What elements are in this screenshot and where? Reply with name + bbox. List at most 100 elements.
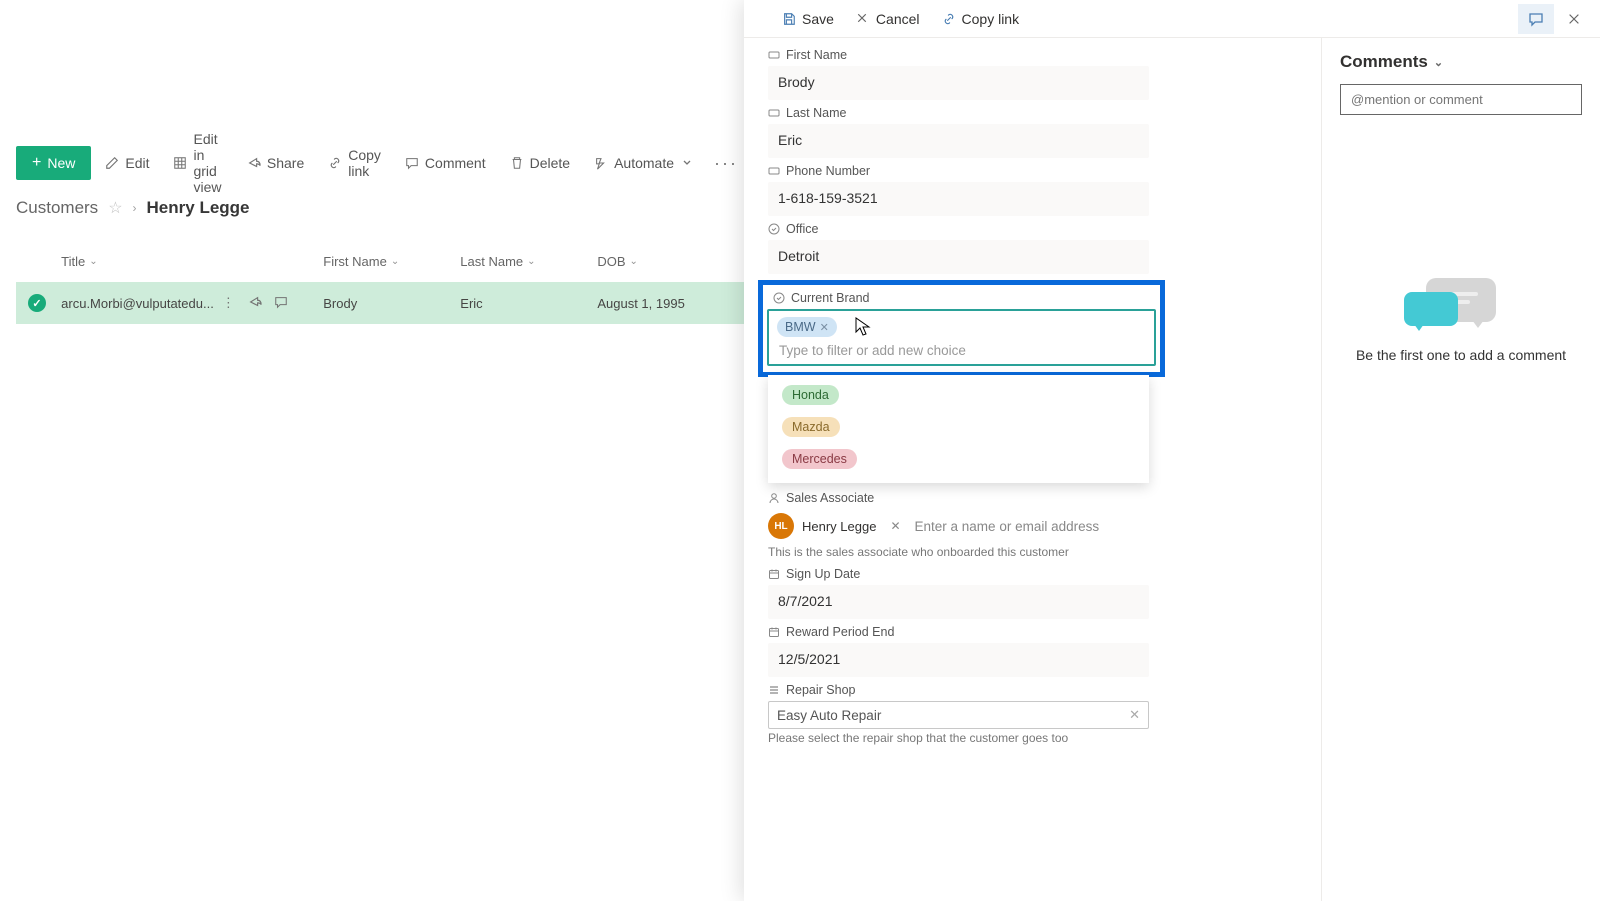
edit-grid-button[interactable]: Edit in grid view — [163, 125, 232, 201]
brand-option[interactable]: Honda — [768, 379, 1149, 411]
comments-toggle-button[interactable] — [1518, 4, 1554, 34]
new-button[interactable]: + New — [16, 146, 91, 180]
grid-icon — [173, 156, 187, 170]
current-brand-highlight: Current Brand BMW ✕ — [758, 280, 1165, 377]
link-icon — [942, 12, 956, 26]
comment-icon — [405, 156, 419, 170]
more-actions-button[interactable]: ··· — [708, 153, 744, 174]
edit-button[interactable]: Edit — [95, 149, 159, 177]
repair-shop-helper: Please select the repair shop that the c… — [768, 731, 1149, 745]
close-panel-button[interactable] — [1556, 4, 1592, 34]
text-field-icon — [768, 165, 780, 177]
reward-input[interactable]: 12/5/2021 — [768, 643, 1149, 677]
field-associate: Sales Associate HL Henry Legge ✕ Enter a… — [768, 491, 1149, 559]
edit-grid-label: Edit in grid view — [193, 131, 222, 195]
associate-name: Henry Legge — [802, 519, 876, 534]
last-name-input[interactable]: Eric — [768, 124, 1149, 158]
remove-pill-icon[interactable]: ✕ — [820, 321, 829, 334]
plus-icon: + — [32, 154, 41, 172]
repair-shop-value: Easy Auto Repair — [777, 708, 1129, 723]
chevron-down-icon: ⌄ — [89, 256, 97, 267]
automate-button[interactable]: Automate — [584, 149, 704, 177]
remove-person-icon[interactable]: ✕ — [884, 519, 906, 533]
main-list-area: + New Edit Edit in grid view Share Copy … — [0, 0, 744, 901]
breadcrumb-root[interactable]: Customers — [16, 198, 98, 218]
share-icon — [247, 156, 261, 170]
row-share-icon[interactable] — [248, 295, 264, 311]
pencil-icon — [105, 156, 119, 170]
cell-lastname: Eric — [460, 296, 585, 311]
edit-panel: Save Cancel Copy link First Name Brody L… — [744, 0, 1600, 901]
col-header-firstname[interactable]: First Name⌄ — [323, 254, 448, 269]
check-circle-icon[interactable]: ✓ — [28, 294, 46, 312]
col-header-title[interactable]: Title⌄ — [61, 254, 311, 269]
calendar-icon — [768, 568, 780, 580]
star-icon[interactable]: ☆ — [108, 198, 122, 218]
person-icon — [768, 492, 780, 504]
repair-shop-input[interactable]: Easy Auto Repair ✕ — [768, 701, 1149, 729]
field-office: Office Detroit — [768, 222, 1149, 274]
save-label: Save — [802, 11, 834, 27]
office-input[interactable]: Detroit — [768, 240, 1149, 274]
row-more-icon[interactable]: ⋮ — [222, 295, 238, 311]
cursor-icon — [855, 317, 871, 337]
delete-button[interactable]: Delete — [500, 149, 580, 177]
comment-button[interactable]: Comment — [395, 149, 496, 177]
calendar-icon — [768, 626, 780, 638]
brand-option[interactable]: Mazda — [768, 411, 1149, 443]
copy-link-button[interactable]: Copy link — [318, 141, 391, 185]
text-field-icon — [768, 107, 780, 119]
x-icon — [856, 12, 870, 26]
form-body[interactable]: First Name Brody Last Name Eric Phone Nu… — [744, 38, 1169, 901]
field-last-name: Last Name Eric — [768, 106, 1149, 158]
chevron-down-icon: ⌄ — [630, 256, 638, 267]
comments-heading[interactable]: Comments ⌄ — [1340, 52, 1582, 72]
signup-input[interactable]: 8/7/2021 — [768, 585, 1149, 619]
field-first-name: First Name Brody — [768, 48, 1149, 100]
comments-empty-state: Be the first one to add a comment — [1322, 278, 1600, 363]
brand-option[interactable]: Mercedes — [768, 443, 1149, 475]
panel-copy-link-button[interactable]: Copy link — [932, 7, 1030, 31]
comments-empty-text: Be the first one to add a comment — [1322, 347, 1600, 363]
avatar: HL — [768, 513, 794, 539]
chevron-down-icon: ⌄ — [1434, 56, 1443, 69]
breadcrumb: Customers ☆ › Henry Legge — [16, 198, 250, 218]
comment-input[interactable] — [1340, 84, 1582, 115]
share-label: Share — [267, 155, 304, 171]
associate-helper: This is the sales associate who onboarde… — [768, 545, 1149, 559]
copy-link-label: Copy link — [348, 147, 381, 179]
text-field-icon — [768, 49, 780, 61]
field-reward: Reward Period End 12/5/2021 — [768, 625, 1149, 677]
choice-icon — [768, 223, 780, 235]
associate-input[interactable]: HL Henry Legge ✕ Enter a name or email a… — [768, 509, 1149, 543]
remove-tag-icon[interactable]: ✕ — [1129, 707, 1140, 723]
comment-bubble-icon — [1426, 278, 1496, 322]
chevron-right-icon: › — [133, 201, 137, 215]
field-phone: Phone Number 1-618-159-3521 — [768, 164, 1149, 216]
brand-filter-input[interactable] — [777, 337, 1146, 360]
cancel-button[interactable]: Cancel — [846, 7, 930, 31]
col-header-dob[interactable]: DOB⌄ — [597, 254, 732, 269]
table-header-row: Title⌄ First Name⌄ Last Name⌄ DOB⌄ — [16, 240, 744, 282]
brand-choice-input[interactable]: BMW ✕ — [767, 309, 1156, 366]
new-button-label: New — [47, 155, 75, 171]
link-icon — [328, 156, 342, 170]
first-name-input[interactable]: Brody — [768, 66, 1149, 100]
chevron-down-icon: ⌄ — [527, 256, 535, 267]
field-repair-shop: Repair Shop Easy Auto Repair ✕ Please se… — [768, 683, 1149, 745]
save-icon — [782, 12, 796, 26]
automate-label: Automate — [614, 155, 674, 171]
table-row[interactable]: ✓ arcu.Morbi@vulputatedu... ⋮ Brody Eric… — [16, 282, 744, 324]
row-comment-icon[interactable] — [274, 295, 290, 311]
breadcrumb-current: Henry Legge — [147, 198, 250, 218]
comment-label: Comment — [425, 155, 486, 171]
panel-toolbar: Save Cancel Copy link — [744, 0, 1600, 38]
brand-pill: BMW ✕ — [777, 317, 837, 337]
share-button[interactable]: Share — [237, 149, 314, 177]
trash-icon — [510, 156, 524, 170]
brand-pill-label: BMW — [785, 320, 816, 334]
save-button[interactable]: Save — [772, 7, 844, 31]
list-icon — [768, 684, 780, 696]
phone-input[interactable]: 1-618-159-3521 — [768, 182, 1149, 216]
col-header-lastname[interactable]: Last Name⌄ — [460, 254, 585, 269]
